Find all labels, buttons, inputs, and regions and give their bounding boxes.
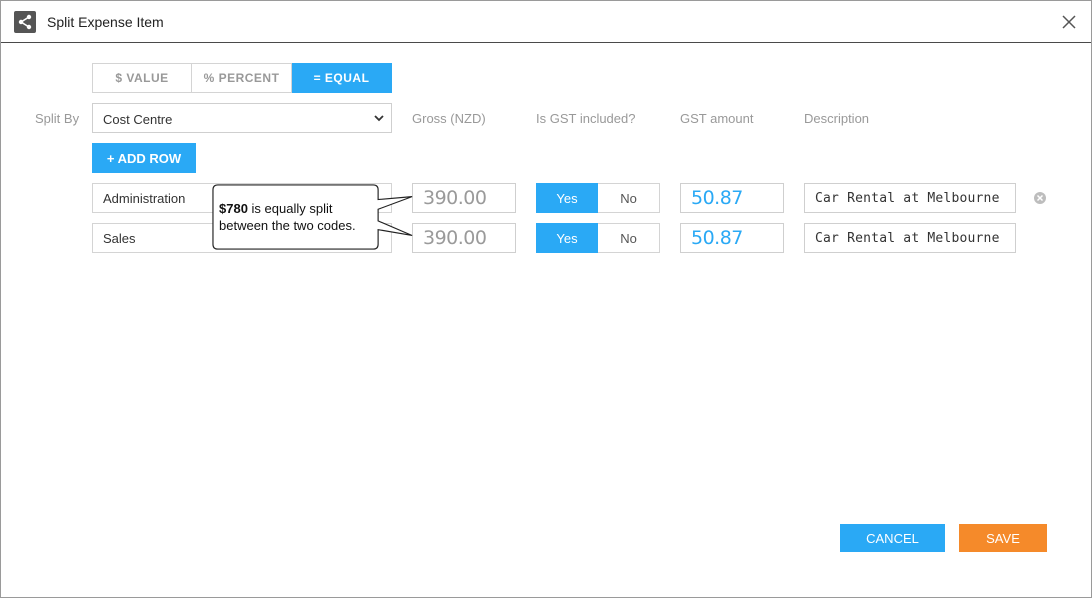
gross-column-header: Gross (NZD)	[412, 111, 486, 126]
save-button[interactable]: SAVE	[959, 524, 1047, 552]
description-column-header: Description	[804, 111, 870, 126]
gst-amount-field[interactable]: 50.87	[680, 223, 784, 253]
split-row: Sales 390.00 Yes No 50.87 Car Rental at …	[1, 223, 1092, 253]
gst-included-column-header: Is GST included?	[536, 111, 636, 126]
gst-no-button[interactable]: No	[598, 223, 660, 253]
description-field[interactable]: Car Rental at Melbourne	[804, 223, 1016, 253]
add-row-button[interactable]: + ADD ROW	[92, 143, 196, 173]
share-icon	[14, 11, 36, 33]
mode-value-button[interactable]: $ VALUE	[92, 63, 192, 93]
split-expense-dialog: Split Expense Item $ VALUE % PERCENT = E…	[0, 0, 1092, 598]
close-icon[interactable]	[1059, 12, 1079, 32]
callout-line1: is equally split	[247, 201, 333, 216]
split-by-label: Split By	[35, 111, 80, 126]
callout-text: $780 is equally split between the two co…	[219, 200, 389, 234]
gst-yes-button[interactable]: Yes	[536, 223, 598, 253]
remove-row-icon[interactable]	[1033, 191, 1047, 205]
split-mode-group: $ VALUE % PERCENT = EQUAL	[92, 63, 392, 93]
dialog-titlebar: Split Expense Item	[1, 1, 1091, 43]
gst-amount-column-header: GST amount	[680, 111, 754, 126]
gst-no-button[interactable]: No	[598, 183, 660, 213]
dialog-title: Split Expense Item	[47, 14, 164, 30]
gst-amount-field[interactable]: 50.87	[680, 183, 784, 213]
gst-toggle: Yes No	[536, 223, 660, 253]
mode-equal-button[interactable]: = EQUAL	[292, 63, 392, 93]
gst-yes-button[interactable]: Yes	[536, 183, 598, 213]
split-row: Administration 390.00 Yes No 50.87 Car R…	[1, 183, 1092, 213]
gross-field[interactable]: 390.00	[412, 223, 516, 253]
cancel-button[interactable]: CANCEL	[840, 524, 945, 552]
description-field[interactable]: Car Rental at Melbourne	[804, 183, 1016, 213]
split-by-select[interactable]: Cost Centre	[92, 103, 392, 133]
callout-amount: $780	[219, 201, 248, 216]
chevron-down-icon	[373, 112, 385, 124]
gross-field[interactable]: 390.00	[412, 183, 516, 213]
gst-toggle: Yes No	[536, 183, 660, 213]
callout-line2: between the two codes.	[219, 218, 356, 233]
mode-percent-button[interactable]: % PERCENT	[192, 63, 292, 93]
split-by-value: Cost Centre	[103, 112, 173, 127]
